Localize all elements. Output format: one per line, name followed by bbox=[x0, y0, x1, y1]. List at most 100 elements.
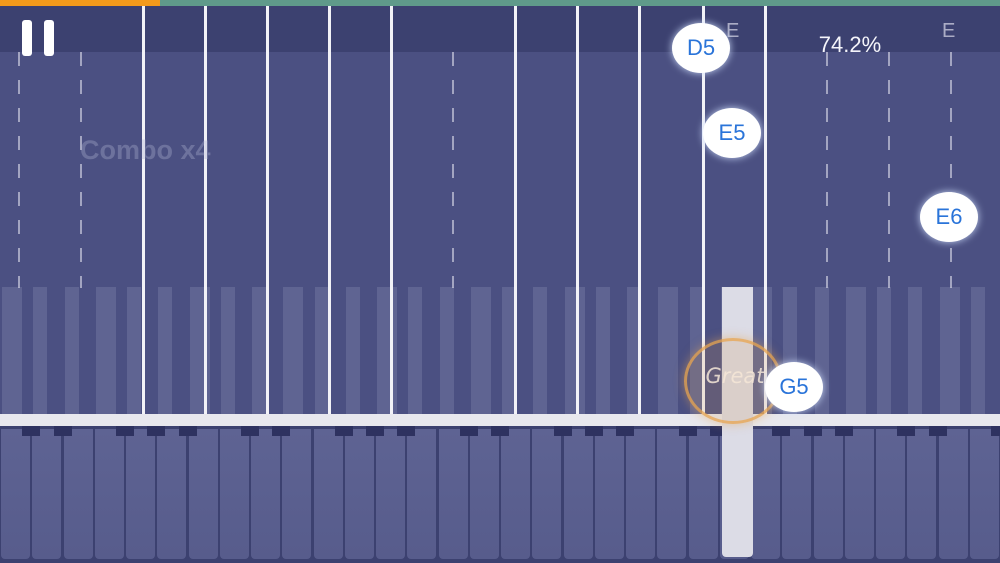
dashed-guide-line bbox=[452, 52, 454, 288]
piano-black-key[interactable] bbox=[116, 426, 134, 436]
ghost-key bbox=[470, 287, 491, 415]
piano-white-key[interactable] bbox=[907, 429, 937, 559]
ghost-key bbox=[939, 287, 960, 415]
piano-white-key[interactable] bbox=[94, 429, 124, 559]
ghost-key bbox=[33, 287, 48, 415]
piano-white-key[interactable] bbox=[63, 429, 93, 559]
piano-white-key[interactable] bbox=[813, 429, 843, 559]
piano-black-key[interactable] bbox=[991, 426, 1000, 436]
ghost-key bbox=[408, 287, 423, 415]
dashed-guide-line bbox=[18, 52, 20, 288]
dashed-guide-line bbox=[80, 52, 82, 288]
piano-white-key[interactable] bbox=[469, 429, 499, 559]
ghost-key bbox=[533, 287, 548, 415]
lane-line bbox=[142, 6, 145, 414]
ghost-key bbox=[64, 287, 79, 415]
piano-black-key[interactable] bbox=[928, 426, 947, 436]
piano-black-key[interactable] bbox=[397, 426, 416, 436]
dashed-guide-line bbox=[826, 52, 828, 288]
piano-white-key[interactable] bbox=[938, 429, 968, 559]
ghost-key bbox=[345, 287, 360, 415]
piano-black-key[interactable] bbox=[553, 426, 572, 436]
piano-white-key[interactable] bbox=[126, 429, 155, 559]
piano-white-key[interactable] bbox=[1, 429, 30, 559]
piano-white-key[interactable] bbox=[313, 429, 343, 559]
hit-line bbox=[0, 414, 1000, 426]
note-d5[interactable]: D5 bbox=[672, 23, 730, 73]
piano-black-key[interactable] bbox=[272, 426, 291, 436]
piano-black-key[interactable] bbox=[897, 426, 916, 436]
piano-white-key[interactable] bbox=[157, 429, 187, 559]
piano-white-key[interactable] bbox=[282, 429, 312, 559]
ghost-key bbox=[127, 287, 141, 415]
combo-counter: Combo x4 bbox=[80, 135, 211, 165]
piano-black-key[interactable] bbox=[147, 426, 166, 436]
piano-white-key[interactable] bbox=[688, 429, 718, 559]
piano-keyboard[interactable] bbox=[0, 426, 1000, 563]
piano-white-key[interactable] bbox=[532, 429, 562, 559]
piano-white-key[interactable] bbox=[969, 429, 999, 559]
piano-white-key[interactable] bbox=[876, 429, 905, 559]
piano-black-key[interactable] bbox=[584, 426, 603, 436]
note-g5[interactable]: G5 bbox=[765, 362, 823, 412]
lane-line bbox=[576, 6, 579, 414]
ghost-key bbox=[220, 287, 235, 415]
piano-black-key[interactable] bbox=[491, 426, 509, 436]
upper-keyboard-shade bbox=[0, 287, 1000, 415]
piano-white-key[interactable] bbox=[844, 429, 874, 559]
lane-line bbox=[638, 6, 641, 414]
game-stage: Combo x4 E E 74.2% Great D5 E5 E6 G5 bbox=[0, 0, 1000, 563]
ghost-key bbox=[377, 287, 397, 415]
piano-black-key[interactable] bbox=[616, 426, 634, 436]
piano-white-key[interactable] bbox=[407, 429, 437, 559]
lane-letter-e: E bbox=[942, 20, 956, 42]
piano-white-key[interactable] bbox=[594, 429, 624, 559]
piano-white-key[interactable] bbox=[438, 429, 468, 559]
ghost-key bbox=[439, 287, 454, 415]
piano-white-key[interactable] bbox=[219, 429, 249, 559]
ghost-key bbox=[2, 287, 22, 415]
piano-black-key[interactable] bbox=[53, 426, 72, 436]
piano-black-key[interactable] bbox=[459, 426, 478, 436]
ghost-key bbox=[595, 287, 610, 415]
dashed-guide-line bbox=[888, 52, 890, 288]
piano-white-key[interactable] bbox=[32, 429, 62, 559]
piano-black-key[interactable] bbox=[772, 426, 791, 436]
ghost-key bbox=[95, 287, 116, 415]
piano-white-key[interactable] bbox=[251, 429, 280, 559]
piano-black-key[interactable] bbox=[834, 426, 853, 436]
piano-black-key[interactable] bbox=[803, 426, 822, 436]
note-e6[interactable]: E6 bbox=[920, 192, 978, 242]
ghost-key bbox=[908, 287, 923, 415]
ghost-key bbox=[877, 287, 891, 415]
piano-black-key[interactable] bbox=[334, 426, 353, 436]
ghost-key bbox=[158, 287, 173, 415]
ghost-key bbox=[314, 287, 329, 415]
piano-black-key[interactable] bbox=[241, 426, 259, 436]
piano-black-key[interactable] bbox=[22, 426, 41, 436]
lane-line bbox=[328, 6, 331, 414]
piano-black-key[interactable] bbox=[178, 426, 197, 436]
piano-white-key[interactable] bbox=[782, 429, 812, 559]
piano-white-key[interactable] bbox=[657, 429, 687, 559]
piano-white-key[interactable] bbox=[188, 429, 218, 559]
piano-white-key[interactable] bbox=[626, 429, 655, 559]
piano-white-key[interactable] bbox=[563, 429, 593, 559]
note-e5[interactable]: E5 bbox=[703, 108, 761, 158]
piano-white-key[interactable] bbox=[751, 429, 780, 559]
piano-black-key[interactable] bbox=[366, 426, 384, 436]
dashed-guide-line bbox=[950, 52, 952, 288]
accuracy-percentage: 74.2% bbox=[818, 32, 882, 57]
ghost-key bbox=[970, 287, 985, 415]
ghost-key bbox=[252, 287, 266, 415]
lane-line bbox=[514, 6, 517, 414]
lane-line bbox=[266, 6, 269, 414]
ghost-key bbox=[283, 287, 304, 415]
piano-white-key[interactable] bbox=[344, 429, 374, 559]
pause-icon[interactable] bbox=[18, 20, 58, 60]
piano-black-key[interactable] bbox=[678, 426, 697, 436]
piano-white-key[interactable] bbox=[376, 429, 405, 559]
piano-white-key[interactable] bbox=[501, 429, 530, 559]
ghost-key bbox=[564, 287, 585, 415]
ghost-key bbox=[845, 287, 866, 415]
